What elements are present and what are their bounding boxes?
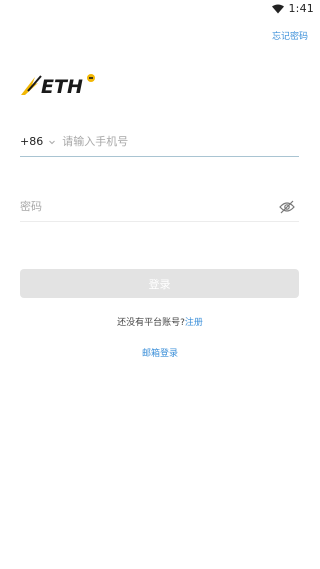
country-code-selector[interactable]: +86 — [20, 135, 43, 148]
register-link[interactable]: 注册 — [185, 318, 203, 328]
logo-text: ETH — [41, 76, 83, 97]
phone-input[interactable] — [62, 135, 299, 148]
password-field-row — [20, 192, 299, 222]
password-input[interactable] — [20, 200, 279, 213]
eth-logo: ETH — [21, 74, 95, 97]
forgot-password-link[interactable]: 忘记密码 — [272, 29, 308, 42]
phone-field-row: +86 — [20, 127, 299, 157]
register-prompt: 还没有平台账号? — [117, 318, 185, 328]
wifi-icon — [272, 4, 285, 13]
status-right: 1:41 — [272, 2, 314, 15]
chevron-down-icon[interactable] — [48, 138, 56, 146]
email-login-link[interactable]: 邮箱登录 — [0, 346, 320, 359]
register-line: 还没有平台账号?注册 — [0, 315, 320, 328]
eye-off-icon[interactable] — [279, 200, 295, 214]
status-bar: 1:41 — [0, 0, 320, 18]
status-time: 1:41 — [288, 2, 314, 15]
login-button[interactable]: 登录 — [20, 269, 299, 298]
